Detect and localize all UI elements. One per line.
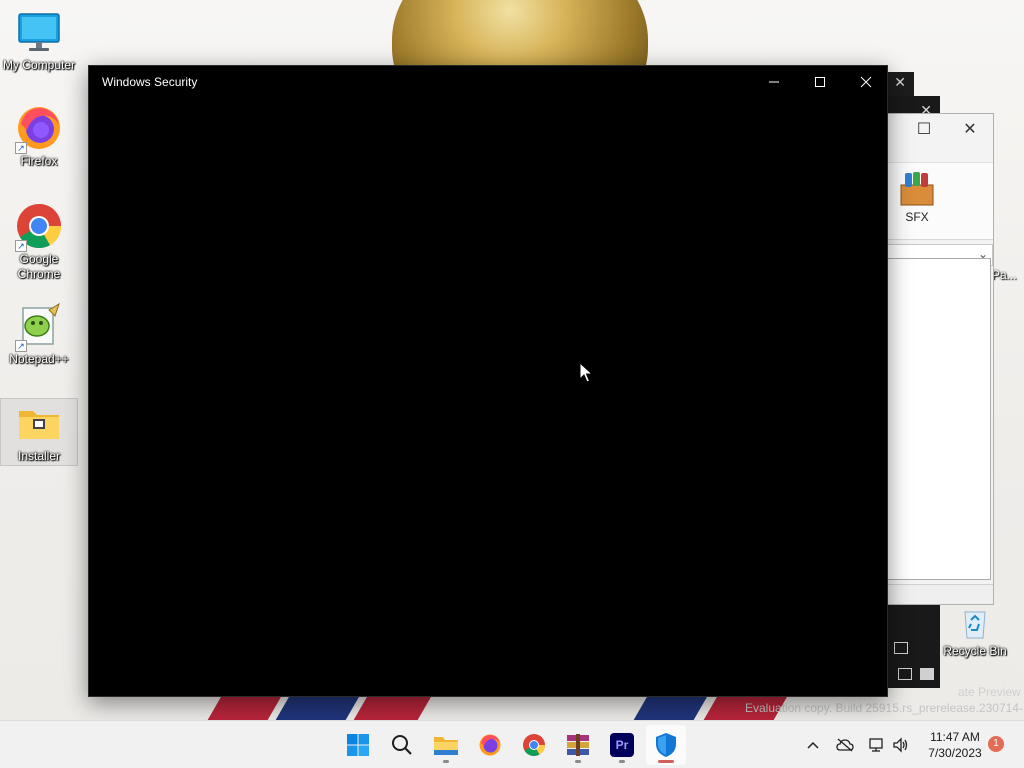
- view-icon[interactable]: [894, 642, 908, 654]
- cloud-off-icon: [836, 738, 854, 752]
- taskbar-chrome[interactable]: [514, 725, 554, 765]
- minimize-button[interactable]: [751, 66, 797, 98]
- search-button[interactable]: [382, 725, 422, 765]
- volume-button[interactable]: [890, 721, 912, 768]
- winrar-toolbar: SFX: [887, 162, 993, 240]
- winrar-status-bar: [887, 584, 993, 604]
- desktop-icon-label: Firefox: [20, 154, 58, 168]
- mouse-cursor-icon: [579, 362, 593, 383]
- running-indicator: [443, 760, 449, 763]
- close-icon[interactable]: ✕: [894, 74, 906, 91]
- maximize-button[interactable]: [797, 66, 843, 98]
- clock-button[interactable]: 11:47 AM 7/30/2023: [920, 729, 990, 761]
- toolbar-sfx-label: SFX: [905, 210, 929, 224]
- tiles-view-icon[interactable]: [920, 668, 934, 680]
- network-icon: [869, 738, 883, 752]
- premiere-icon: Pr: [610, 733, 634, 757]
- wallpaper-ribbon: [631, 694, 709, 720]
- taskbar-winrar[interactable]: [558, 725, 598, 765]
- wallpaper-ribbon: [273, 694, 361, 720]
- winrar-window[interactable]: ☐ ✕ SFX ⌄: [886, 113, 994, 605]
- file-explorer-icon: [434, 737, 458, 755]
- search-icon: [392, 735, 412, 755]
- winrar-icon: [567, 734, 589, 756]
- chevron-up-icon: [807, 741, 819, 749]
- winrar-file-list[interactable]: [887, 258, 991, 580]
- minimize-icon: [769, 81, 779, 83]
- close-button[interactable]: [843, 66, 889, 98]
- watermark-preview-text: ate Preview: [958, 685, 1021, 699]
- windows-start-icon: [347, 734, 369, 756]
- desktop-icon-firefox[interactable]: ↗ Firefox: [0, 104, 78, 172]
- taskbar-windows-security[interactable]: [646, 725, 686, 765]
- desktop-icon-my-computer[interactable]: My Computer: [0, 8, 78, 72]
- recycle-bin-icon: [957, 606, 993, 642]
- desktop-icon-label: My Computer: [2, 58, 76, 72]
- desktop-icon-notepadpp[interactable]: ↗ Notepad++: [0, 302, 78, 370]
- desktop-icon-label: Installer: [17, 449, 61, 463]
- desktop-icon-label: Google Chrome: [17, 252, 61, 281]
- firefox-icon: [479, 734, 501, 756]
- show-hidden-icons-button[interactable]: [802, 721, 824, 768]
- chrome-icon: ↗: [15, 202, 63, 252]
- desktop-icon-recycle-bin[interactable]: Recycle Bin: [936, 606, 1014, 666]
- monitor-icon: [15, 8, 63, 56]
- volume-icon: [893, 737, 908, 753]
- chrome-icon: [523, 734, 545, 757]
- wallpaper-ribbon: [351, 694, 433, 720]
- onedrive-button[interactable]: [834, 721, 856, 768]
- windows-security-icon: [656, 733, 676, 757]
- desktop-icon-label: Recycle Bin: [943, 644, 1007, 658]
- windows-security-window[interactable]: Windows Security: [88, 65, 888, 697]
- toolbar-sfx-button[interactable]: SFX: [887, 163, 947, 233]
- start-button[interactable]: [338, 725, 378, 765]
- wallpaper-ribbon: [205, 694, 283, 720]
- maximize-icon[interactable]: ☐: [909, 118, 939, 142]
- desktop-icon-installer[interactable]: Installer: [0, 398, 78, 466]
- folder-icon: [15, 399, 63, 447]
- taskbar-premiere-pro[interactable]: Pr: [602, 725, 642, 765]
- shortcut-arrow-icon: ↗: [15, 240, 27, 252]
- sfx-icon: [900, 172, 934, 206]
- close-icon: [860, 76, 872, 88]
- window-title: Windows Security: [102, 75, 198, 89]
- shortcut-arrow-icon: ↗: [15, 340, 27, 352]
- network-button[interactable]: [866, 721, 888, 768]
- watermark-build-text: Evaluation copy. Build 25915.rs_prerelea…: [745, 701, 1024, 715]
- firefox-icon: ↗: [15, 104, 63, 154]
- taskbar-file-explorer[interactable]: [426, 725, 466, 765]
- shortcut-arrow-icon: ↗: [15, 142, 27, 154]
- taskbar: Pr 11:47 AM 7/30/2023: [0, 720, 1024, 768]
- clock-time: 11:47 AM: [930, 730, 980, 744]
- taskbar-firefox[interactable]: [470, 725, 510, 765]
- clock-date: 7/30/2023: [928, 746, 982, 760]
- notification-badge[interactable]: 1: [988, 736, 1004, 752]
- close-icon[interactable]: ✕: [955, 118, 985, 142]
- notepadpp-icon: ↗: [15, 302, 63, 352]
- running-indicator: [575, 760, 581, 763]
- desktop-icon-label: Notepad++: [9, 352, 69, 366]
- maximize-icon: [815, 77, 825, 87]
- running-indicator: [619, 760, 625, 763]
- active-indicator: [658, 760, 674, 763]
- details-view-icon[interactable]: [898, 668, 912, 680]
- desktop-icon-google-chrome[interactable]: ↗ Google Chrome: [0, 202, 78, 284]
- partial-desktop-label: Pa...: [992, 268, 1017, 282]
